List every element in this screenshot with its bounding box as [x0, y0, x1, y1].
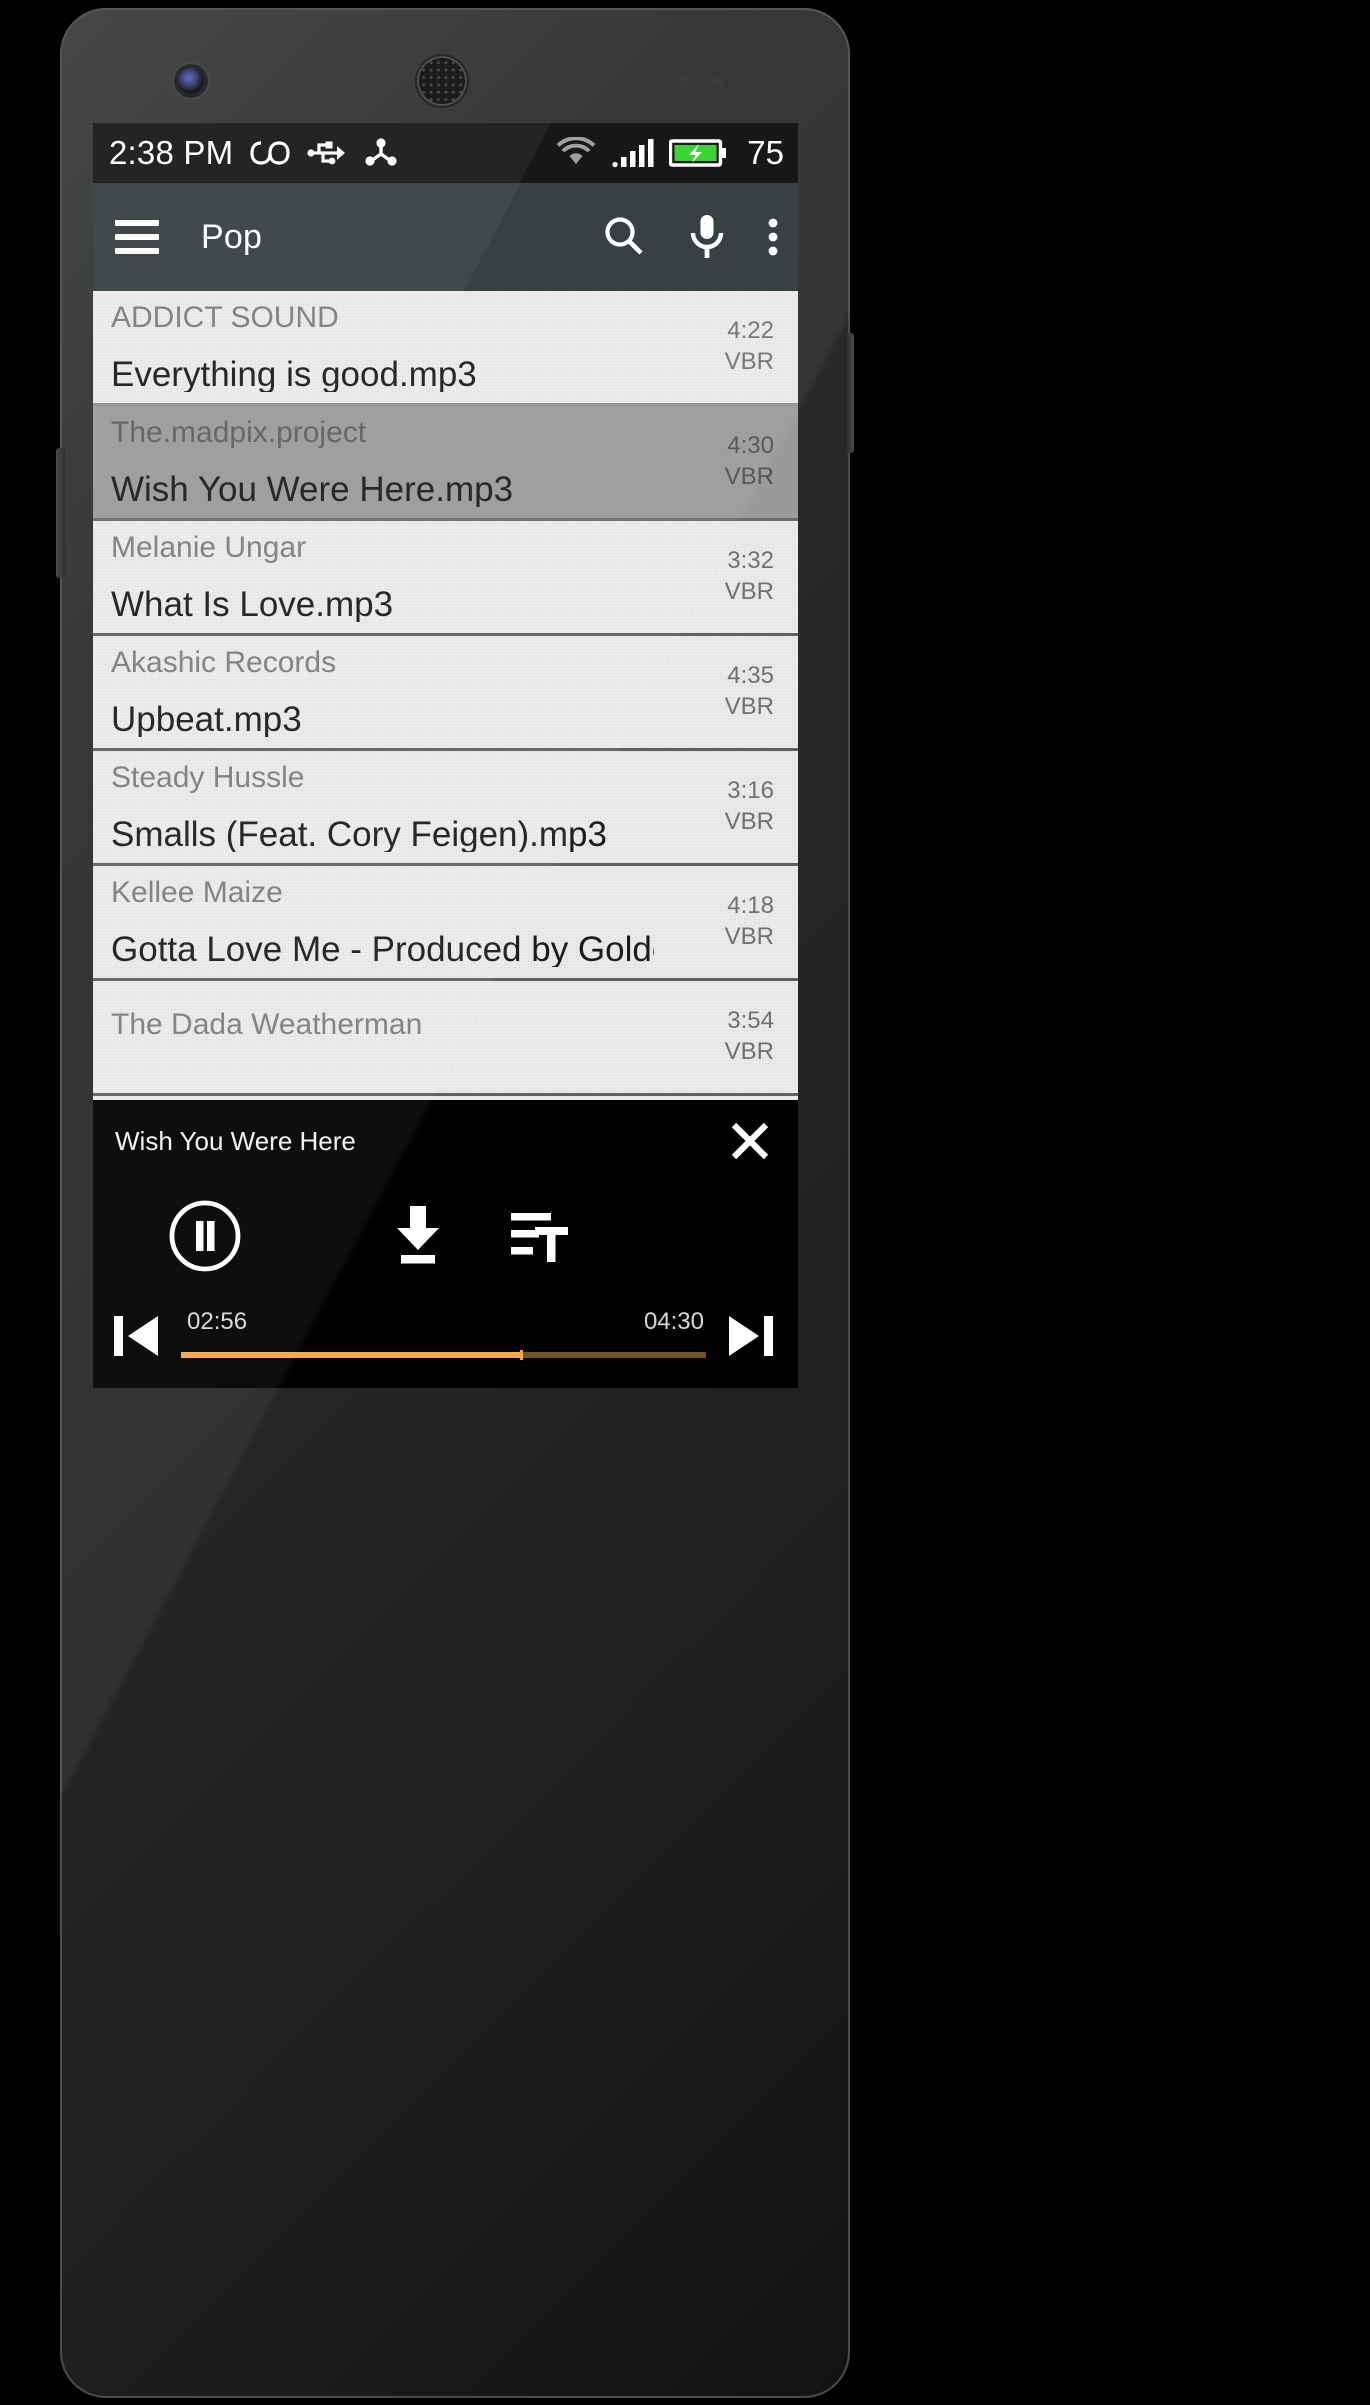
song-details: 3:16 VBR [654, 751, 774, 863]
song-list[interactable]: ADDICT SOUND Everything is good.mp3 4:22 VB… [93, 291, 798, 1100]
song-bitrate: VBR [724, 808, 774, 835]
song-meta: Akashic Records Upbeat.mp3 [111, 636, 654, 748]
song-meta: Melanie Ungar What Is Love.mp3 [111, 521, 654, 633]
seek-fill [181, 1352, 523, 1358]
song-duration: 3:54 [727, 1007, 774, 1035]
signal-bars-icon [611, 137, 655, 169]
song-details: 3:32 VBR [654, 521, 774, 633]
song-details: 4:35 VBR [654, 636, 774, 748]
song-artist: Steady Hussle [111, 762, 305, 793]
song-row[interactable]: Steady Hussle Smalls (Feat. Cory Feigen).… [93, 751, 798, 866]
app-toolbar: Pop [93, 183, 798, 291]
proximity-sensor [680, 76, 691, 87]
status-bar-right: 75 [555, 134, 784, 172]
status-clock: 2:38 PM [109, 134, 234, 171]
usb-icon [307, 137, 347, 169]
song-bitrate: VBR [724, 1038, 774, 1065]
song-meta: Steady Hussle Smalls (Feat. Cory Feigen).… [111, 751, 654, 863]
player-controls [93, 1182, 798, 1290]
player-panel: Wish You Were Here 02:56 04:30 [93, 1100, 798, 1388]
page-title: Pop [201, 217, 263, 256]
song-bitrate: VBR [724, 923, 774, 950]
song-row[interactable]: ADDICT SOUND Everything is good.mp3 4:22 VB… [93, 291, 798, 406]
song-row[interactable]: Melanie Ungar What Is Love.mp3 3:32 VBR [93, 521, 798, 636]
song-row[interactable]: The Dada Weatherman 3:54 VBR [93, 981, 798, 1096]
song-details: 4:22 VBR [654, 291, 774, 403]
song-artist: The.madpix.project [111, 417, 367, 448]
song-artist: Akashic Records [111, 647, 337, 678]
seek-times: 02:56 04:30 [187, 1308, 704, 1336]
battery-charging-icon [669, 137, 727, 169]
song-artist: The Dada Weatherman [111, 1010, 423, 1040]
song-artist: Kellee Maize [111, 877, 283, 908]
download-icon[interactable] [387, 1202, 449, 1270]
lyrics-text-icon[interactable] [509, 1205, 571, 1267]
search-icon[interactable] [600, 213, 648, 261]
song-row[interactable]: Akashic Records Upbeat.mp3 4:35 VBR [93, 636, 798, 751]
song-duration: 4:18 [727, 892, 774, 920]
player-header: Wish You Were Here [93, 1100, 798, 1182]
toolbar-actions [600, 212, 780, 262]
song-details: 4:30 VBR [654, 406, 774, 518]
song-duration: 4:30 [727, 432, 774, 460]
wifi-icon [555, 137, 597, 169]
microphone-icon[interactable] [686, 212, 728, 262]
player-seek-bar: 02:56 04:30 [93, 1290, 798, 1382]
elapsed-time: 02:56 [187, 1308, 248, 1335]
song-row[interactable]: Kellee Maize Gotta Love Me - Produced by … [93, 866, 798, 981]
song-details: 4:18 VBR [654, 866, 774, 978]
song-details: 3:54 VBR [654, 981, 774, 1093]
seek-area[interactable]: 02:56 04:30 [181, 1306, 706, 1366]
song-bitrate: VBR [724, 578, 774, 605]
volume-button[interactable] [845, 333, 854, 453]
song-artist: Melanie Ungar [111, 532, 307, 563]
song-title: Wish You Were Here.mp3 [111, 471, 514, 507]
hamburger-menu-icon[interactable] [115, 220, 159, 254]
seek-track[interactable] [181, 1350, 706, 1360]
song-title: Everything is good.mp3 [111, 356, 477, 392]
overflow-menu-icon[interactable] [766, 213, 780, 261]
song-duration: 4:22 [727, 317, 774, 345]
skip-previous-icon[interactable] [109, 1306, 163, 1366]
song-duration: 3:16 [727, 777, 774, 805]
song-title: Upbeat.mp3 [111, 701, 302, 737]
status-bar-left: 2:38 PM [109, 134, 399, 172]
player-track-title: Wish You Were Here [115, 1125, 356, 1156]
share-icon [363, 137, 399, 169]
song-row[interactable]: The.madpix.project Wish You Were Here.mp3… [93, 403, 798, 521]
power-button[interactable] [56, 448, 65, 578]
song-artist: ADDICT SOUND [111, 302, 339, 333]
phone-device: 2:38 PM 75 Pop ADDICT SOUND Everything i… [56, 8, 854, 2398]
status-bar: 2:38 PM 75 [93, 123, 798, 183]
total-time: 04:30 [643, 1308, 704, 1335]
song-title: What Is Love.mp3 [111, 586, 394, 622]
song-duration: 4:35 [727, 662, 774, 690]
close-icon[interactable] [724, 1115, 776, 1167]
device-chin [60, 1393, 850, 2398]
song-meta: ADDICT SOUND Everything is good.mp3 [111, 291, 654, 403]
song-bitrate: VBR [724, 348, 774, 375]
pause-circle-icon[interactable] [167, 1198, 243, 1274]
song-meta: The Dada Weatherman [111, 981, 654, 1093]
light-sensor [712, 76, 723, 87]
song-title: Gotta Love Me - Produced by Golden... [111, 931, 654, 967]
song-title: Smalls (Feat. Cory Feigen).mp3 [111, 816, 607, 852]
front-camera [178, 68, 204, 94]
song-bitrate: VBR [724, 693, 774, 720]
song-meta: The.madpix.project Wish You Were Here.mp3 [111, 406, 654, 518]
battery-percent-label: 75 [747, 134, 784, 171]
seek-thumb[interactable] [520, 1350, 524, 1360]
earpiece-speaker [417, 56, 467, 106]
infinity-icon [249, 138, 291, 168]
song-duration: 3:32 [727, 547, 774, 575]
song-meta: Kellee Maize Gotta Love Me - Produced by … [111, 866, 654, 978]
song-bitrate: VBR [724, 463, 774, 490]
phone-screen: 2:38 PM 75 Pop ADDICT SOUND Everything i… [93, 123, 798, 1388]
skip-next-icon[interactable] [724, 1306, 778, 1366]
